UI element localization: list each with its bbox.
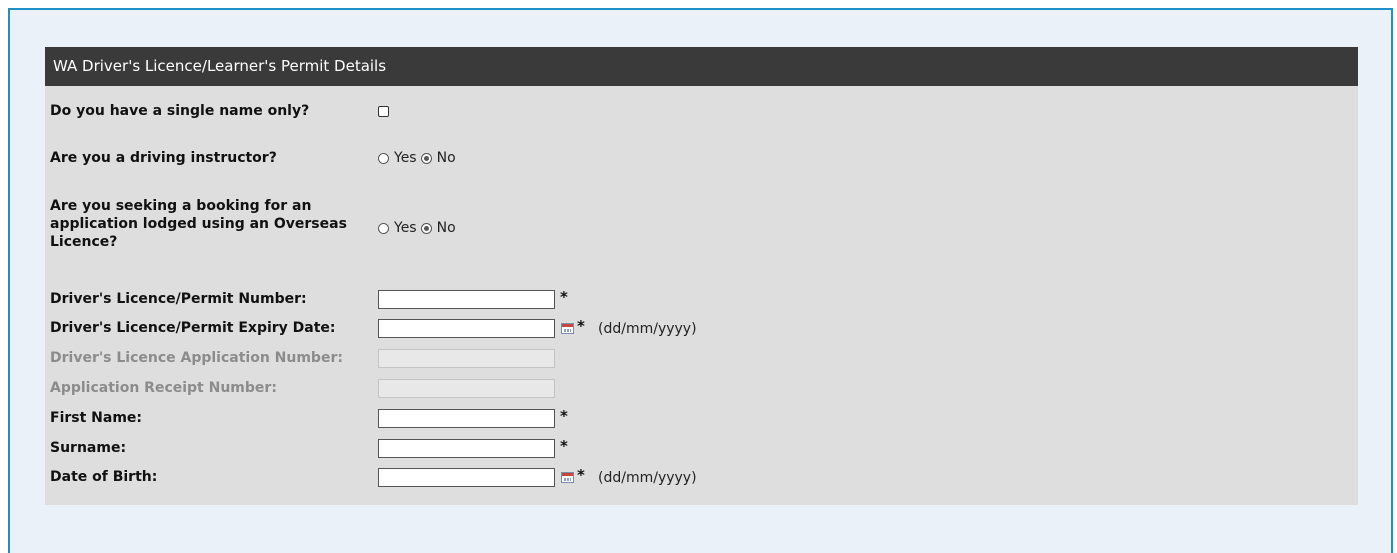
driving-instructor-label: Are you a driving instructor? (50, 150, 277, 166)
expiry-date-format-hint: (dd/mm/yyyy) (598, 321, 697, 337)
driving-instructor-no-label: No (436, 150, 456, 166)
dob-input[interactable] (378, 468, 555, 487)
driving-instructor-yes-label: Yes (394, 150, 417, 166)
expiry-date-required-marker: * (577, 317, 585, 335)
expiry-date-input[interactable] (378, 319, 555, 338)
overseas-booking-radio-group: Yes No (378, 219, 460, 237)
expiry-date-calendar-icon[interactable] (561, 323, 574, 334)
dob-format-hint: (dd/mm/yyyy) (598, 470, 697, 486)
application-number-label: Driver's Licence Application Number: (50, 350, 343, 366)
overseas-booking-yes-radio[interactable] (378, 222, 389, 234)
licence-number-label: Driver's Licence/Permit Number: (50, 291, 307, 307)
application-number-input (378, 349, 555, 368)
overseas-booking-yes-label: Yes (394, 220, 417, 236)
first-name-required-marker: * (560, 407, 568, 425)
surname-required-marker: * (560, 437, 568, 455)
licence-number-required-marker: * (560, 288, 568, 306)
licence-number-input[interactable] (378, 290, 555, 309)
surname-label: Surname: (50, 440, 127, 456)
driving-instructor-radio-group: Yes No (378, 149, 460, 167)
receipt-number-input (378, 379, 555, 398)
overseas-booking-label: Are you seeking a booking for an applica… (50, 198, 347, 250)
surname-input[interactable] (378, 439, 555, 458)
form-frame: WA Driver's Licence/Learner's Permit Det… (8, 8, 1393, 553)
dob-calendar-icon[interactable] (561, 472, 574, 483)
overseas-booking-no-label: No (436, 220, 456, 236)
driving-instructor-yes-radio[interactable] (378, 152, 389, 164)
dob-required-marker: * (577, 466, 585, 484)
section-header: WA Driver's Licence/Learner's Permit Det… (45, 47, 1358, 86)
dob-label: Date of Birth: (50, 469, 158, 485)
receipt-number-label: Application Receipt Number: (50, 380, 277, 396)
expiry-date-label: Driver's Licence/Permit Expiry Date: (50, 320, 336, 336)
first-name-label: First Name: (50, 410, 143, 426)
first-name-input[interactable] (378, 409, 555, 428)
driving-instructor-no-radio[interactable] (420, 152, 432, 164)
single-name-label: Do you have a single name only? (50, 103, 310, 119)
licence-details-panel: WA Driver's Licence/Learner's Permit Det… (45, 47, 1358, 505)
single-name-checkbox[interactable] (378, 106, 389, 117)
overseas-booking-no-radio[interactable] (420, 222, 432, 234)
